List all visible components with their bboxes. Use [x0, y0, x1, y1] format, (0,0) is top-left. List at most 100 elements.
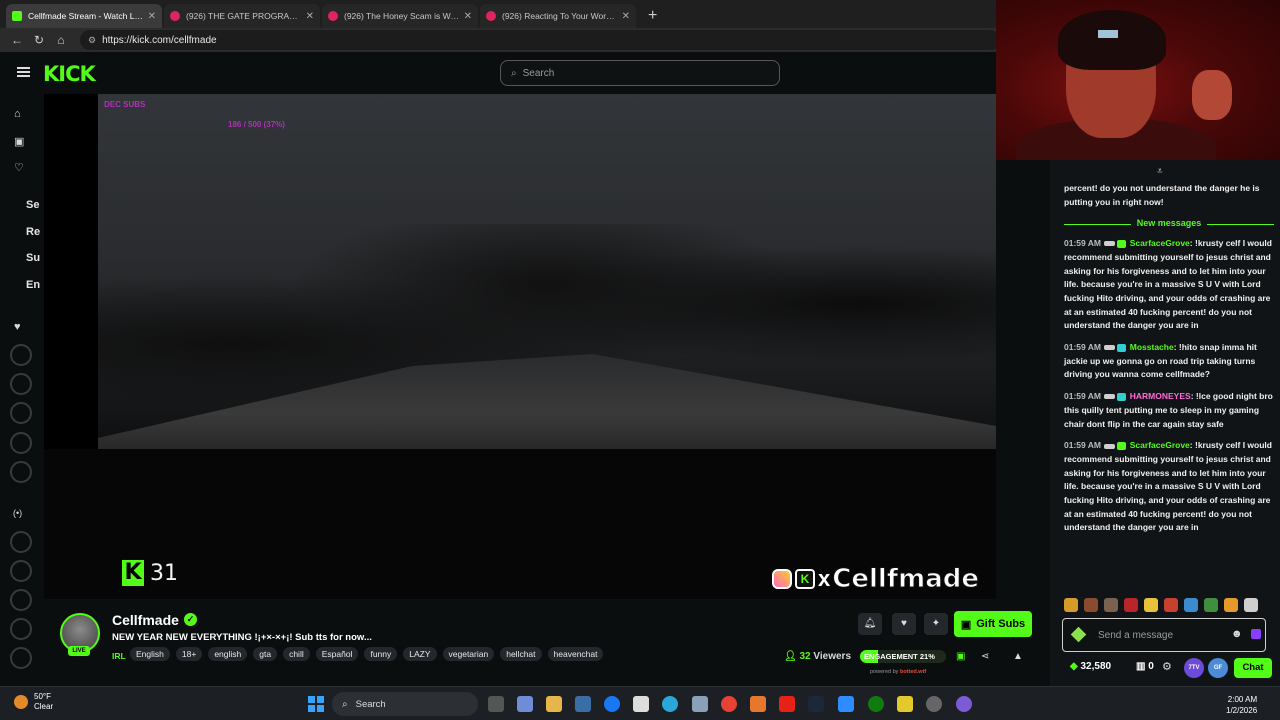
chat-message-input[interactable]: Send a message ☻ [1062, 618, 1266, 652]
following-heart-icon[interactable]: ♡ [14, 161, 24, 174]
copilot-icon[interactable] [517, 696, 533, 712]
taskbar-search[interactable]: ⌕ Search [332, 692, 478, 716]
sidebar-channel-avatar[interactable] [10, 432, 32, 454]
reload-icon[interactable]: ↻ [28, 33, 50, 47]
share-icon[interactable]: ⋖ [981, 651, 989, 662]
sidebar-channel-avatar[interactable] [10, 344, 32, 366]
following-heart-icon[interactable]: ♥ [14, 321, 21, 333]
sidebar-channel-avatar[interactable] [10, 402, 32, 424]
emote-icon[interactable] [1104, 598, 1118, 612]
emote-icon[interactable] [1064, 598, 1078, 612]
browse-icon[interactable]: ▣ [14, 135, 24, 148]
report-icon[interactable]: ▲ [1013, 651, 1023, 662]
chat-log[interactable]: percent! do you not understand the dange… [1064, 182, 1275, 543]
site-info-icon[interactable]: ⚙ [88, 35, 96, 46]
youtube-icon[interactable] [779, 696, 795, 712]
close-tab-icon[interactable]: ✕ [306, 11, 314, 22]
sidebar-section-label[interactable]: En [26, 279, 40, 291]
emote-icon[interactable] [1124, 598, 1138, 612]
xbox-icon[interactable] [868, 696, 884, 712]
tag-pill[interactable]: english [208, 647, 248, 661]
chrome-icon[interactable] [721, 696, 737, 712]
facebook-icon[interactable] [604, 696, 620, 712]
tag-pill[interactable]: gta [253, 647, 278, 661]
new-tab-button[interactable]: + [638, 4, 667, 28]
emote-icon[interactable] [1244, 598, 1258, 612]
close-tab-icon[interactable]: ✕ [464, 11, 472, 22]
task-view-icon[interactable] [488, 696, 504, 712]
url-field[interactable]: ⚙ https://kick.com/cellfmade [80, 30, 1000, 50]
follow-heart-button[interactable]: ♥ [892, 613, 916, 635]
sidebar-section-label[interactable]: Se [26, 199, 39, 211]
close-tab-icon[interactable]: ✕ [622, 11, 630, 22]
system-clock[interactable]: 2:00 AM 1/2/2026 [1226, 694, 1257, 716]
emoji-picker-icon[interactable]: ☻ [1231, 628, 1243, 640]
message-username[interactable]: HARMONEYES [1130, 391, 1191, 401]
category-link[interactable]: IRL [112, 649, 126, 663]
channel-points[interactable]: ◆ 32,580 [1070, 661, 1111, 672]
store-icon[interactable] [575, 696, 591, 712]
gf-extension-icon[interactable]: GF [1208, 658, 1228, 678]
close-tab-icon[interactable]: ✕ [148, 11, 156, 22]
emote-icon[interactable] [1164, 598, 1178, 612]
tab-youtube-2[interactable]: (926) The Honey Scam is Worse Th ✕ [322, 4, 478, 28]
back-arrow-icon[interactable]: ← [6, 33, 28, 47]
emote-icon[interactable] [1084, 598, 1098, 612]
sidebar-channel-avatar[interactable] [10, 373, 32, 395]
chat-settings-icon[interactable]: ⚙ [1162, 660, 1172, 673]
inventory-count[interactable]: ▥ 0 [1136, 661, 1154, 672]
sidebar-channel-avatar[interactable] [10, 618, 32, 640]
tag-pill[interactable]: English [130, 647, 170, 661]
notification-bell-icon[interactable]: 🔔︎ [858, 613, 882, 635]
message-username[interactable]: Mosstache [1130, 342, 1174, 352]
message-username[interactable]: ScarfaceGrove [1130, 238, 1190, 248]
sidebar-section-label[interactable]: Su [26, 252, 40, 264]
video-player[interactable]: DEC SUBS 186 / 500 (37%) K 31 K x Cellfm… [44, 94, 996, 599]
tab-kick[interactable]: Cellfmade Stream - Watch Live ✕ [6, 4, 162, 28]
tag-pill[interactable]: 18+ [175, 647, 203, 661]
sidebar-channel-avatar[interactable] [10, 461, 32, 483]
kick-emotes-icon[interactable] [1251, 629, 1261, 639]
sparkle-button[interactable]: ✦ [924, 613, 948, 635]
home-icon[interactable]: ⌂ [14, 108, 21, 120]
emote-icon[interactable] [1204, 598, 1218, 612]
tag-pill[interactable]: Español [315, 647, 359, 661]
emote-icon[interactable] [1184, 598, 1198, 612]
steam-icon[interactable] [808, 696, 824, 712]
emote-icon[interactable] [1224, 598, 1238, 612]
sidebar-channel-avatar[interactable] [10, 560, 32, 582]
tag-pill[interactable]: hellchat [500, 647, 542, 661]
tag-pill[interactable]: heavenchat [547, 647, 604, 661]
gift-subs-button[interactable]: ▣ Gift Subs [954, 611, 1032, 637]
app-icon[interactable] [750, 696, 766, 712]
tab-youtube-3[interactable]: (926) Reacting To Your Worst Tech ✕ [480, 4, 636, 28]
emote-icon[interactable] [1144, 598, 1158, 612]
tag-pill[interactable]: chill [283, 647, 310, 661]
collapse-pinned-icon[interactable]: ⩡ [1157, 166, 1163, 177]
tag-pill[interactable]: vegetarian [442, 647, 495, 661]
menu-icon[interactable] [17, 67, 30, 77]
notes-icon[interactable] [897, 696, 913, 712]
file-explorer-icon[interactable] [546, 696, 562, 712]
edge-icon[interactable] [662, 696, 678, 712]
sidebar-section-label[interactable]: Re [26, 226, 40, 238]
message-username[interactable]: ScarfaceGrove [1130, 440, 1190, 450]
chart-icon[interactable]: ▣ [956, 651, 965, 662]
sidebar-channel-avatar[interactable] [10, 531, 32, 553]
sidebar-channel-avatar[interactable] [10, 647, 32, 669]
7tv-extension-icon[interactable]: 7TV [1184, 658, 1204, 678]
app-icon[interactable] [956, 696, 972, 712]
app-icon[interactable] [838, 696, 854, 712]
tag-pill[interactable]: funny [364, 647, 398, 661]
home-icon[interactable]: ⌂ [50, 33, 72, 47]
amazon-icon[interactable] [633, 696, 649, 712]
tab-youtube-1[interactable]: (926) THE GATE PROGRAM: We're ✕ [164, 4, 320, 28]
windows-start-icon[interactable] [308, 696, 324, 712]
obs-icon[interactable] [926, 696, 942, 712]
tag-pill[interactable]: LAZY [403, 647, 437, 661]
sidebar-channel-avatar[interactable] [10, 589, 32, 611]
recommended-broadcast-icon[interactable]: (•) [13, 508, 22, 518]
weather-widget[interactable]: 50°F Clear [14, 692, 53, 712]
search-input[interactable]: ⌕ Search [500, 60, 780, 86]
kick-logo[interactable]: KICK [43, 62, 96, 86]
